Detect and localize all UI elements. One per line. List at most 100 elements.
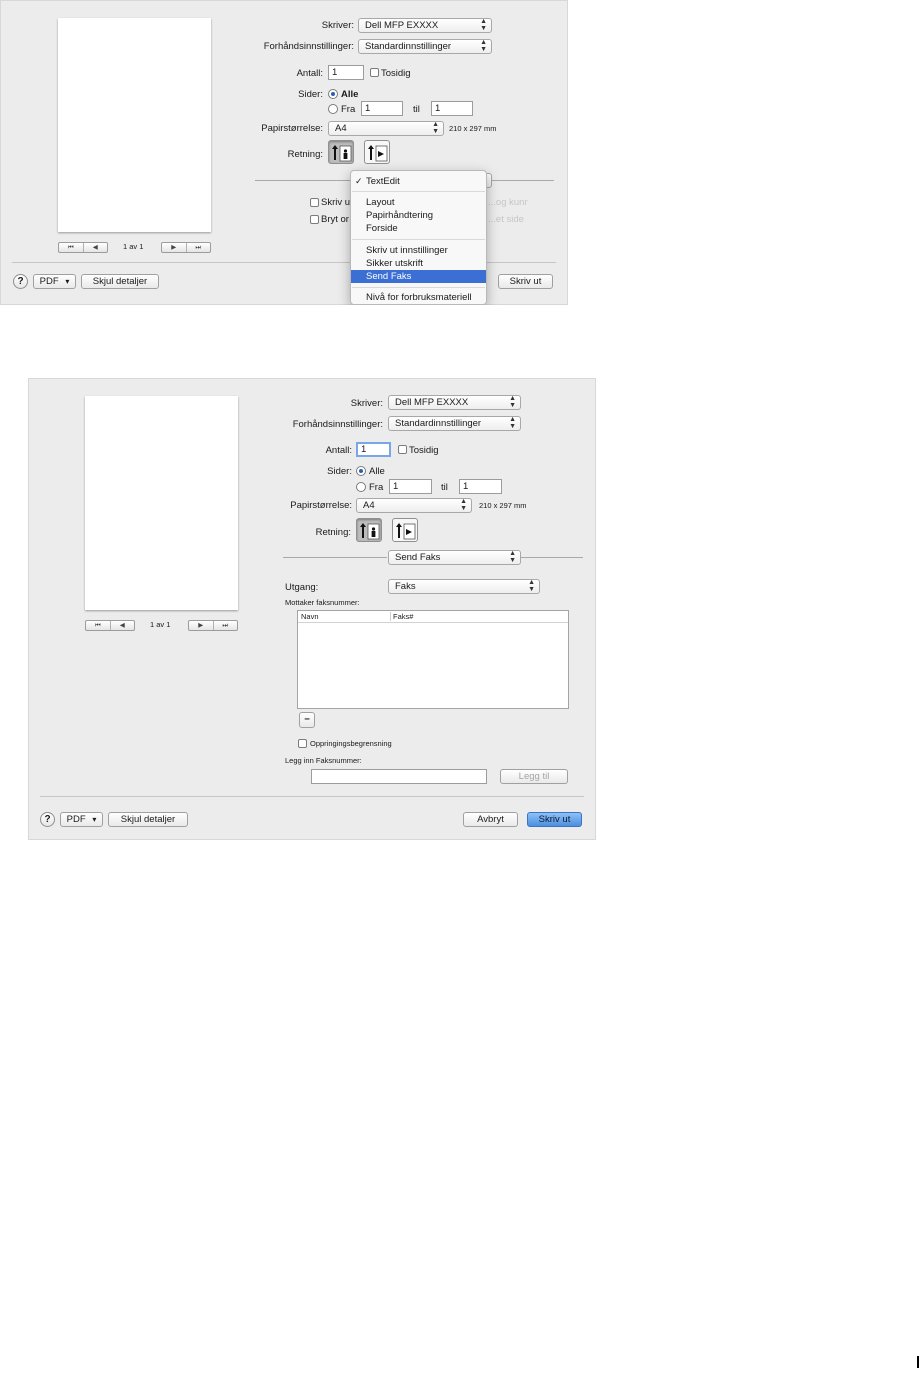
pages-from-label: Fra <box>369 482 384 493</box>
pages-label: Sider: <box>298 89 323 100</box>
menu-item-print-settings[interactable]: Skriv ut innstillinger <box>351 244 486 257</box>
next-page-icon[interactable]: ▶ <box>162 243 186 252</box>
menu-item-supplies-level[interactable]: Nivå for forbruksmateriell <box>351 291 486 304</box>
paper-size-value: A4 <box>363 500 375 511</box>
pages-from-label: Fra <box>341 104 356 115</box>
cancel-button[interactable]: Avbryt <box>463 812 518 827</box>
pages-to-input[interactable]: 1 <box>459 479 502 494</box>
next-page-icon[interactable]: ▶ <box>189 621 213 630</box>
presets-value: Standardinnstillinger <box>365 41 452 52</box>
section-divider-left <box>255 180 350 181</box>
help-button[interactable]: ? <box>40 812 55 827</box>
first-page-icon[interactable]: ⏮ <box>59 243 83 252</box>
copies-label: Antall: <box>325 445 352 456</box>
print-button[interactable]: Skriv ut <box>527 812 582 827</box>
pages-from-input[interactable]: 1 <box>361 101 403 116</box>
pages-to-input[interactable]: 1 <box>431 101 473 116</box>
recipients-table[interactable]: Navn Faks# <box>297 610 569 709</box>
output-popup[interactable]: Faks ▲ ▼ <box>388 579 540 594</box>
section-divider-right <box>492 180 554 181</box>
hide-details-button[interactable]: Skjul detaljer <box>108 812 188 827</box>
column-header-name[interactable]: Navn <box>301 611 319 622</box>
updown-chevron-icon: ▲ ▼ <box>509 416 516 430</box>
pages-all-label: Alle <box>369 466 385 477</box>
menu-item-send-fax[interactable]: Send Faks <box>351 270 486 283</box>
output-value: Faks <box>395 581 416 592</box>
previous-page-icon[interactable]: ◀ <box>82 243 108 252</box>
hidden-option-ghost-2: ...et side <box>488 214 524 225</box>
printer-popup[interactable]: Dell MFP EXXXX ▲ ▼ <box>388 395 521 410</box>
pdf-menu-button[interactable]: PDF ▾ <box>60 812 103 827</box>
section-popup[interactable]: Send Faks ▲ ▼ <box>388 550 521 565</box>
portrait-orientation-button[interactable] <box>328 140 354 164</box>
pages-all-radio[interactable] <box>356 466 366 476</box>
bottom-divider <box>40 796 584 797</box>
menu-separator <box>352 239 485 240</box>
preview-nav-right[interactable]: ▶ ⏭ <box>161 242 211 253</box>
portrait-icon <box>360 523 380 540</box>
paper-size-value: A4 <box>335 123 347 134</box>
paper-size-label: Papirstørrelse: <box>261 123 323 134</box>
paper-size-popup[interactable]: A4 ▲ ▼ <box>328 121 444 136</box>
updown-chevron-icon: ▲ ▼ <box>480 39 487 53</box>
output-label: Utgang: <box>285 582 319 593</box>
orientation-label: Retning: <box>315 527 351 538</box>
copies-input[interactable]: 1 <box>328 65 364 80</box>
page-preview <box>85 396 238 610</box>
hidden-option-checkbox-2[interactable] <box>310 215 319 224</box>
updown-chevron-icon: ▲ ▼ <box>509 395 516 409</box>
hidden-option-checkbox-1[interactable] <box>310 198 319 207</box>
column-divider <box>390 612 391 621</box>
menu-item-layout[interactable]: Layout <box>351 196 486 209</box>
add-fax-button[interactable]: Legg til <box>500 769 568 784</box>
hide-details-button[interactable]: Skjul detaljer <box>81 274 159 289</box>
pages-from-radio[interactable] <box>328 104 338 114</box>
pages-to-label: til <box>441 482 448 493</box>
copies-input[interactable]: 1 <box>356 442 391 457</box>
menu-item-cover-page[interactable]: Forside <box>351 222 486 235</box>
printer-popup[interactable]: Dell MFP EXXXX ▲ ▼ <box>358 18 492 33</box>
preview-nav-left[interactable]: ⏮ ◀ <box>85 620 135 631</box>
presets-popup[interactable]: Standardinnstillinger ▲ ▼ <box>388 416 521 431</box>
paper-size-label: Papirstørrelse: <box>290 500 352 511</box>
last-page-icon[interactable]: ⏭ <box>212 621 238 630</box>
hidden-option-label-1: Skriv ut <box>321 197 353 208</box>
fax-number-input[interactable] <box>311 769 487 784</box>
portrait-icon <box>332 145 352 162</box>
menu-item-secure-print[interactable]: Sikker utskrift <box>351 257 486 270</box>
paper-size-popup[interactable]: A4 ▲ ▼ <box>356 498 472 513</box>
help-button[interactable]: ? <box>13 274 28 289</box>
previous-page-icon[interactable]: ◀ <box>109 621 135 630</box>
menu-item-paper-handling[interactable]: Papirhåndtering <box>351 209 486 222</box>
first-page-icon[interactable]: ⏮ <box>86 621 110 630</box>
remove-recipient-button[interactable]: − <box>299 712 315 728</box>
two-sided-checkbox[interactable] <box>370 68 379 77</box>
landscape-orientation-button[interactable] <box>392 518 418 542</box>
section-dropdown-menu: ✓ TextEdit Layout Papirhåndtering Forsid… <box>350 170 487 305</box>
pages-from-radio[interactable] <box>356 482 366 492</box>
dial-limit-checkbox[interactable] <box>298 739 307 748</box>
pdf-menu-button[interactable]: PDF ▾ <box>33 274 76 289</box>
updown-chevron-icon: ▲ ▼ <box>509 550 516 564</box>
updown-chevron-icon: ▲ ▼ <box>528 579 535 593</box>
preview-nav-right[interactable]: ▶ ⏭ <box>188 620 238 631</box>
print-button[interactable]: Skriv ut <box>498 274 553 289</box>
column-header-fax[interactable]: Faks# <box>393 611 413 622</box>
pages-all-label: Alle <box>341 89 359 100</box>
pages-from-input[interactable]: 1 <box>389 479 432 494</box>
landscape-orientation-button[interactable] <box>364 140 390 164</box>
section-divider-right <box>521 557 583 558</box>
hidden-option-ghost-1: ...og kunnsteker <box>488 197 528 208</box>
pages-all-radio[interactable] <box>328 89 338 99</box>
landscape-icon <box>396 523 416 540</box>
presets-popup[interactable]: Standardinnstillinger ▲ ▼ <box>358 39 492 54</box>
two-sided-label: Tosidig <box>409 445 439 456</box>
menu-item-textedit[interactable]: TextEdit <box>351 175 486 188</box>
dial-limit-label: Oppringingsbegrensning <box>310 739 392 748</box>
hidden-option-label-2: Bryt or <box>321 214 349 225</box>
preview-nav-left[interactable]: ⏮ ◀ <box>58 242 108 253</box>
last-page-icon[interactable]: ⏭ <box>185 243 211 252</box>
portrait-orientation-button[interactable] <box>356 518 382 542</box>
copies-label: Antall: <box>296 68 323 79</box>
two-sided-checkbox[interactable] <box>398 445 407 454</box>
